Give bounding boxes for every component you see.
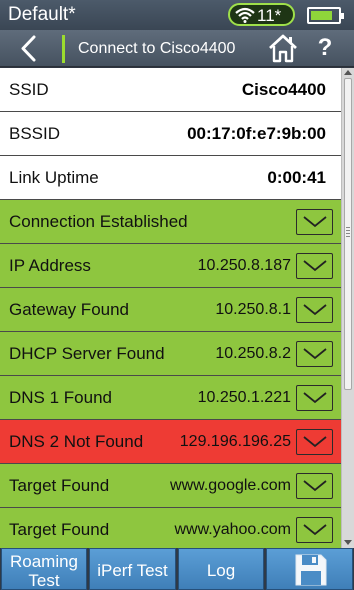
row-value: 10.250.8.2: [215, 345, 291, 362]
row-value: 00:17:0f:e7:9b:00: [187, 124, 326, 143]
log-button[interactable]: Log: [178, 548, 264, 590]
scroll-down-icon[interactable]: [344, 540, 352, 545]
expand-button[interactable]: [296, 385, 333, 411]
list-item-ip-address[interactable]: IP Address 10.250.8.187: [0, 244, 341, 288]
row-label: Target Found: [9, 520, 110, 539]
chevron-down-icon: [303, 524, 327, 536]
chevron-down-icon: [303, 348, 327, 360]
chevron-down-icon: [303, 216, 327, 228]
chevron-down-icon: [303, 392, 327, 404]
row-label: BSSID: [9, 124, 61, 143]
wifi-count: 11*: [257, 6, 282, 25]
row-value: 0:00:41: [267, 168, 326, 187]
expand-button[interactable]: [296, 209, 333, 235]
nav-bar: Connect to Cisco4400 ?: [0, 30, 354, 67]
expand-button[interactable]: [296, 517, 333, 543]
row-value: 10.250.8.187: [197, 257, 291, 274]
list-item-dns1-found[interactable]: DNS 1 Found 10.250.1.221: [0, 376, 341, 420]
row-label: DHCP Server Found: [9, 344, 165, 363]
scrollbar[interactable]: [341, 68, 354, 548]
row-value: www.google.com: [170, 477, 291, 494]
wifi-icon: [235, 7, 255, 23]
nav-divider: [62, 35, 65, 63]
chevron-down-icon: [303, 436, 327, 448]
battery-icon: [307, 7, 344, 24]
chevron-down-icon: [303, 480, 327, 492]
save-button[interactable]: [266, 548, 353, 590]
list-item-bssid: BSSID 00:17:0f:e7:9b:00: [0, 112, 341, 156]
row-value: 10.250.8.1: [215, 301, 291, 318]
home-icon: [269, 34, 297, 63]
bottom-toolbar: Roaming Test iPerf Test Log: [0, 548, 354, 590]
connection-results-list: SSID Cisco4400 BSSID 00:17:0f:e7:9b:00 L…: [0, 68, 341, 548]
list-item-gateway-found[interactable]: Gateway Found 10.250.8.1: [0, 288, 341, 332]
status-bar: Default* 11*: [0, 0, 354, 30]
expand-button[interactable]: [296, 473, 333, 499]
list-item-ssid: SSID Cisco4400: [0, 68, 341, 112]
back-button[interactable]: [10, 32, 50, 65]
expand-button[interactable]: [296, 429, 333, 455]
list-item-connection-established[interactable]: Connection Established: [0, 200, 341, 244]
wifi-status-badge[interactable]: 11*: [228, 3, 295, 26]
list-item-target-found-google[interactable]: Target Found www.google.com: [0, 464, 341, 508]
expand-button[interactable]: [296, 341, 333, 367]
row-label: Gateway Found: [9, 300, 130, 319]
chevron-down-icon: [303, 260, 327, 272]
roaming-test-button[interactable]: Roaming Test: [1, 548, 87, 590]
row-label: DNS 1 Found: [9, 388, 112, 407]
row-label: SSID: [9, 80, 49, 99]
save-icon: [295, 554, 327, 586]
button-label-line1: Roaming: [9, 552, 79, 571]
grip-icon: [346, 227, 350, 239]
list-item-target-found-yahoo[interactable]: Target Found www.yahoo.com: [0, 508, 341, 548]
chevron-left-icon: [21, 35, 36, 62]
row-value: 10.250.1.221: [197, 389, 291, 406]
row-value: 129.196.196.25: [179, 433, 291, 450]
profile-name[interactable]: Default*: [8, 4, 76, 26]
iperf-test-button[interactable]: iPerf Test: [89, 548, 176, 590]
scroll-up-icon[interactable]: [344, 70, 352, 75]
row-value: Cisco4400: [241, 80, 326, 99]
row-label: Target Found: [9, 476, 110, 495]
row-value: www.yahoo.com: [174, 521, 292, 538]
row-label: DNS 2 Not Found: [9, 432, 144, 451]
row-label: Connection Established: [9, 212, 188, 231]
help-button[interactable]: ?: [312, 32, 338, 64]
scroll-thumb[interactable]: [344, 78, 352, 390]
expand-button[interactable]: [296, 253, 333, 279]
row-label: Link Uptime: [9, 168, 99, 187]
expand-button[interactable]: [296, 297, 333, 323]
list-item-dhcp-server-found[interactable]: DHCP Server Found 10.250.8.2: [0, 332, 341, 376]
list-item-dns2-not-found[interactable]: DNS 2 Not Found 129.196.196.25: [0, 420, 341, 464]
battery-level: [311, 11, 332, 20]
list-item-link-uptime: Link Uptime 0:00:41: [0, 156, 341, 200]
page-title: Connect to Cisco4400: [78, 40, 236, 57]
home-button[interactable]: [266, 31, 300, 65]
button-label-line2: Test: [28, 571, 60, 590]
row-label: IP Address: [9, 256, 91, 275]
chevron-down-icon: [303, 304, 327, 316]
